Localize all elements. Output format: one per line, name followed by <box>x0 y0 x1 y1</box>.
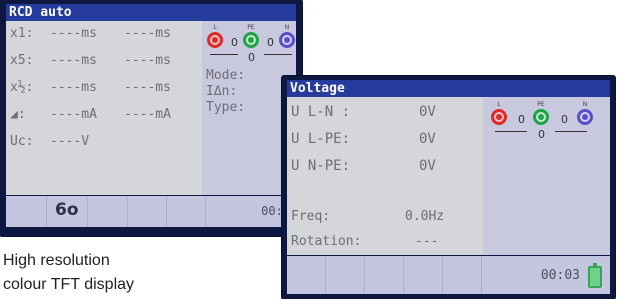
reading-pe-n: 0 <box>267 36 274 49</box>
rcd-row-value-2: ----ms <box>124 80 171 95</box>
idn-label: IΔn: <box>206 84 238 99</box>
voltage-terminal-panel: L 0 PE 0 N 0 <box>483 97 610 255</box>
u-ln-value: 0V <box>419 104 436 120</box>
rcd-row-label: x½: <box>10 80 34 95</box>
rcd-row-label: x1: <box>10 26 34 41</box>
caption-line-2: colour TFT display <box>3 276 135 293</box>
footer-key-2[interactable]: 6o <box>47 196 88 227</box>
footer-key-3[interactable] <box>365 256 404 294</box>
footer-key-4[interactable] <box>404 256 443 294</box>
footer-key-3[interactable] <box>88 196 128 227</box>
voltage-screen: Voltage U L-N : 0V U L-PE: 0V U N-PE: 0V… <box>282 76 615 299</box>
freq-value: 0.0Hz <box>405 209 445 224</box>
u-npe-value: 0V <box>419 158 436 174</box>
rcd-row-value-2: ----ms <box>124 26 171 41</box>
l-terminal-icon: L <box>491 101 507 125</box>
rcd-row-value-1: ----ms <box>50 26 97 41</box>
mode-label: Mode: <box>206 68 246 83</box>
terminal-label: L <box>213 24 217 31</box>
battery-icon <box>588 263 602 288</box>
u-ln-label: U L-N : <box>291 104 351 120</box>
rcd-row-value-1: ----ms <box>50 53 97 68</box>
rcd-auto-screen: RCD auto x1: ----ms ----ms x5: ----ms --… <box>0 0 302 236</box>
u-lpe-label: U L-PE: <box>291 131 351 147</box>
caption-line-1: High resolution <box>3 252 110 269</box>
test-lead-icon: 6o <box>55 200 79 220</box>
voltage-display: U L-N : 0V U L-PE: 0V U N-PE: 0V Freq: 0… <box>287 97 610 255</box>
n-terminal-icon: N <box>577 101 593 125</box>
footer-key-1[interactable] <box>287 256 326 294</box>
terminal-label: L <box>497 101 501 108</box>
terminal-label: PE <box>537 101 545 108</box>
pe-terminal-icon: PE <box>243 24 259 48</box>
divider <box>555 131 587 132</box>
footer-key-2[interactable] <box>326 256 365 294</box>
footer-key-5[interactable] <box>167 196 206 227</box>
type-label: Type: <box>206 100 246 115</box>
divider <box>210 54 238 55</box>
rcd-row-value-2: ----mA <box>124 107 171 122</box>
timer: 00:03 <box>540 268 580 283</box>
u-npe-label: U N-PE: <box>291 158 351 174</box>
rotation-label: Rotation: <box>291 234 362 249</box>
rcd-footer: 6o 00:0 <box>6 196 296 227</box>
rcd-row-label: Uc: <box>10 134 34 149</box>
voltage-footer: 00:03 <box>287 256 610 294</box>
ramp-icon: ◢: <box>10 107 26 122</box>
pe-terminal-icon: PE <box>533 101 549 125</box>
footer-status: 00:03 <box>482 256 610 294</box>
rcd-results-panel: x1: ----ms ----ms x5: ----ms ----ms x½: … <box>6 21 202 195</box>
l-terminal-icon: L <box>207 24 223 48</box>
reading-pe-n: 0 <box>561 113 568 126</box>
terminal-label: N <box>582 101 588 108</box>
terminal-label: N <box>284 24 290 31</box>
reading-l-n: 0 <box>538 128 545 141</box>
rcd-row-value-2: ----ms <box>124 53 171 68</box>
divider <box>264 54 292 55</box>
u-lpe-value: 0V <box>419 131 436 147</box>
reading-l-pe: 0 <box>518 113 525 126</box>
terminal-label: PE <box>247 24 255 31</box>
footer-key-1[interactable] <box>6 196 47 227</box>
rotation-value: --- <box>415 234 439 249</box>
freq-label: Freq: <box>291 209 331 224</box>
voltage-results-panel: U L-N : 0V U L-PE: 0V U N-PE: 0V Freq: 0… <box>287 97 483 255</box>
reading-l-pe: 0 <box>231 36 238 49</box>
rcd-title: RCD auto <box>6 4 296 21</box>
footer-key-4[interactable] <box>128 196 167 227</box>
footer-key-5[interactable] <box>443 256 482 294</box>
reading-l-n: 0 <box>248 51 255 64</box>
rcd-row-value-1: ----ms <box>50 80 97 95</box>
rcd-row-value-1: ----mA <box>50 107 97 122</box>
rcd-row-label: x5: <box>10 53 34 68</box>
divider <box>495 131 527 132</box>
rcd-row-value-1: ----V <box>50 134 90 149</box>
n-terminal-icon: N <box>279 24 295 48</box>
rcd-display: x1: ----ms ----ms x5: ----ms ----ms x½: … <box>6 21 296 195</box>
voltage-title: Voltage <box>287 80 610 97</box>
